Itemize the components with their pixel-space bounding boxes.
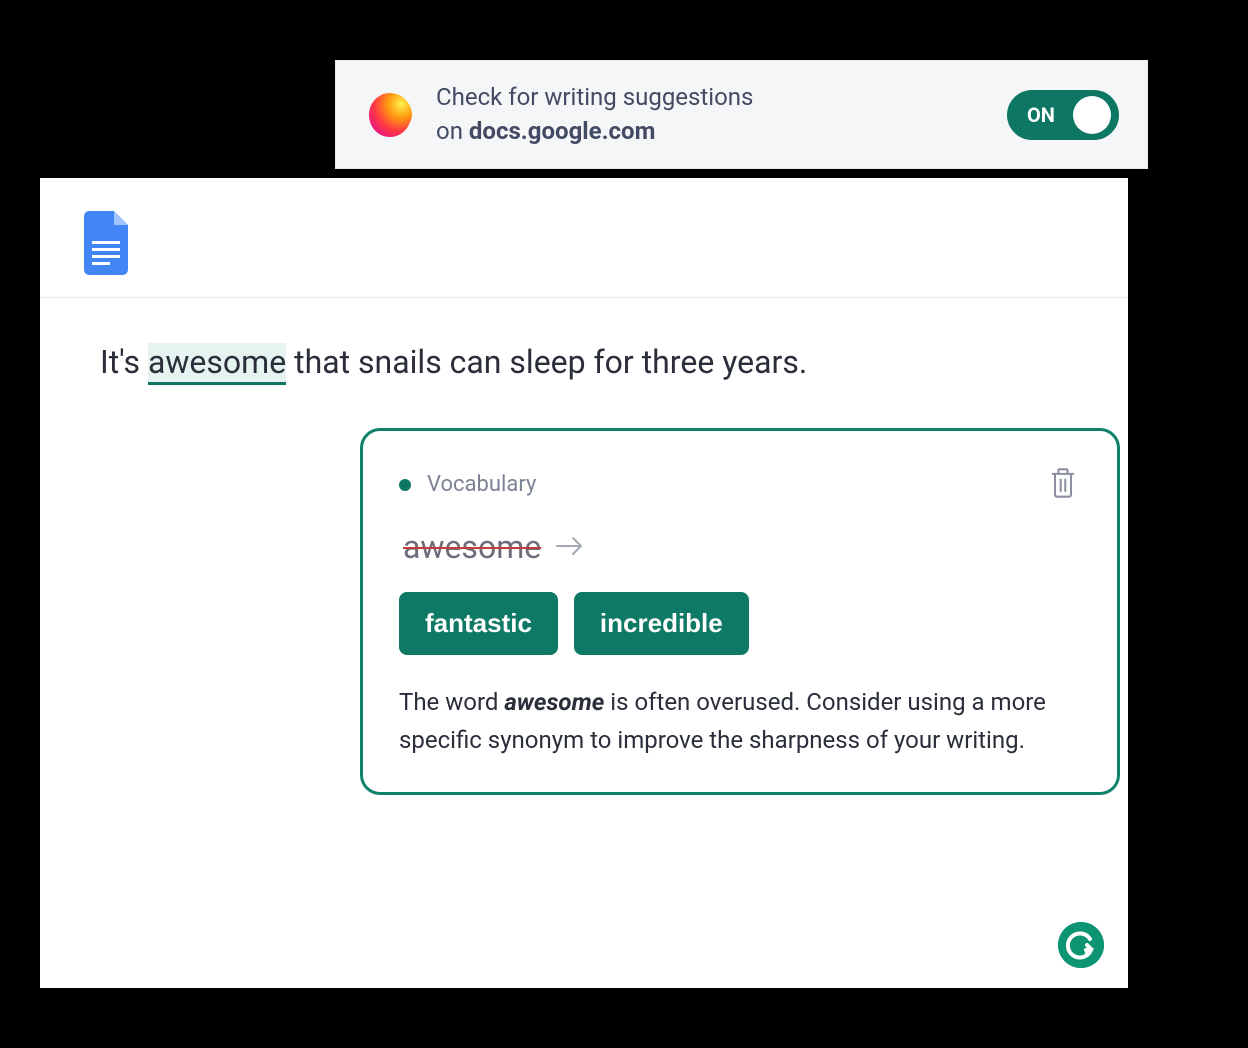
document-window: It's awesome that snails can sleep for t… [40,178,1128,988]
firefox-icon [364,89,416,141]
notification-domain: docs.google.com [469,117,655,145]
notification-line1: Check for writing suggestions [436,83,753,111]
suggestions-toggle[interactable]: ON [1007,90,1119,140]
arrow-right-icon [555,531,585,564]
suggestion-chip-fantastic[interactable]: fantastic [399,592,558,655]
suggestions-row: fantastic incredible [399,592,1081,655]
sentence-suffix: that snails can sleep for three years. [286,343,807,381]
strikethrough-row: awesome [399,528,1081,566]
explanation-word: awesome [504,688,604,716]
toggle-knob [1073,96,1111,134]
document-header [40,178,1128,298]
google-docs-icon [80,211,132,265]
strike-word: awesome [403,528,541,566]
card-header: Vocabulary [399,463,1081,506]
notification-text: Check for writing suggestions on docs.go… [436,81,987,148]
trash-icon [1049,467,1077,499]
notification-line2-prefix: on [436,117,469,145]
category-dot-icon [399,479,411,491]
dismiss-button[interactable] [1045,463,1081,506]
suggestion-card: Vocabulary awesome fantastic incredible … [360,428,1120,795]
suggestion-chip-incredible[interactable]: incredible [574,592,749,655]
sentence-prefix: It's [100,343,148,381]
category-label: Vocabulary [427,472,536,497]
explanation-prefix: The word [399,688,504,716]
card-header-left: Vocabulary [399,472,536,497]
grammarly-icon [1058,922,1104,968]
document-sentence[interactable]: It's awesome that snails can sleep for t… [100,338,1068,386]
highlighted-word[interactable]: awesome [148,343,286,385]
explanation-text: The word awesome is often overused. Cons… [399,683,1081,760]
notification-bar: Check for writing suggestions on docs.go… [335,60,1148,169]
toggle-label: ON [1027,103,1055,127]
grammarly-badge[interactable] [1058,922,1104,968]
document-body: It's awesome that snails can sleep for t… [40,298,1128,426]
